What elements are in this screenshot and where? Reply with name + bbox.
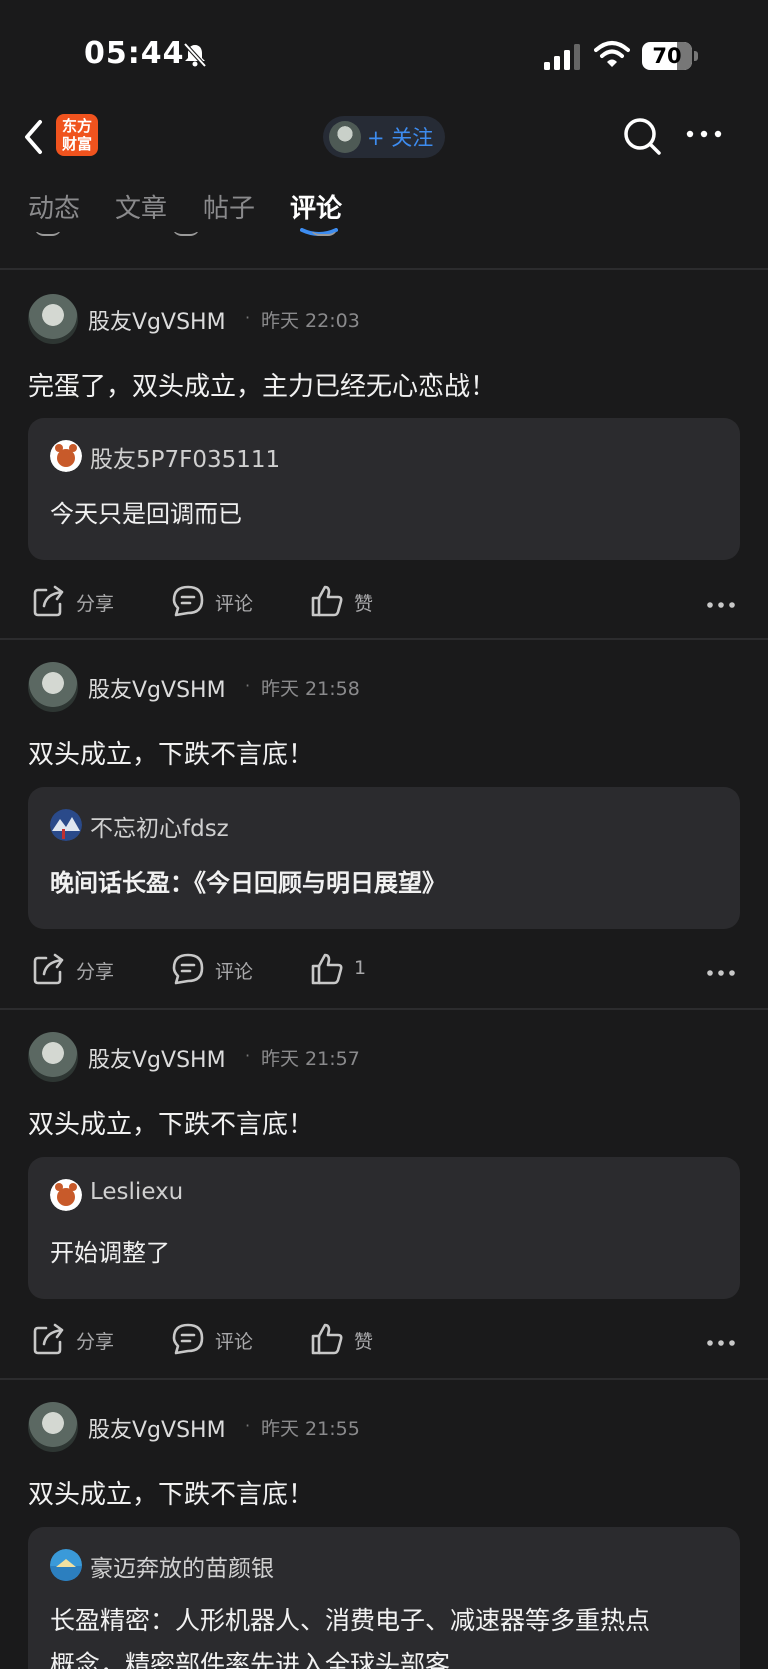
share-label: 分享 — [76, 961, 115, 983]
signal-icon — [544, 44, 580, 70]
avatar[interactable] — [28, 1032, 78, 1082]
battery-tip — [694, 51, 698, 61]
share-icon — [33, 953, 64, 985]
post-card[interactable]: 股友VgVSHM · 昨天 21:55 双头成立，下跌不言底！ 豪迈奔放的苗颜银… — [0, 1380, 768, 1669]
comment-label: 评论 — [215, 593, 254, 615]
logo-line-2: 财富 — [61, 135, 92, 153]
divider — [0, 1008, 768, 1010]
logo-line-1: 东方 — [61, 117, 92, 135]
like-count: 1 — [354, 957, 367, 979]
quoted-post[interactable]: 豪迈奔放的苗颜银 长盈精密：人形机器人、消费电子、减速器等多重热点 概念，精密部… — [28, 1527, 740, 1669]
separator-dot: · — [245, 308, 251, 327]
username[interactable]: 股友VgVSHM — [88, 672, 226, 704]
avatar[interactable] — [28, 662, 78, 712]
like-label: 赞 — [354, 593, 374, 615]
tab-dynamic[interactable]: 动态 — [28, 188, 80, 225]
username[interactable]: 股友VgVSHM — [88, 1412, 226, 1444]
quoted-post[interactable]: 不忘初心fdsz 晚间话长盈：《今日回顾与明日展望》 — [28, 787, 740, 929]
quote-username[interactable]: Lesliexu — [90, 1179, 183, 1205]
like-label: 赞 — [354, 1331, 374, 1353]
search-icon[interactable] — [622, 116, 662, 156]
separator-dot: · — [245, 676, 251, 695]
more-icon[interactable] — [706, 1338, 736, 1348]
quote-avatar — [50, 440, 82, 472]
post-text: 双头成立，下跌不言底！ — [28, 1480, 315, 1510]
quote-text: 今天只是回调而已 — [50, 500, 242, 528]
share-label: 分享 — [76, 593, 115, 615]
quote-text: 长盈精密：人形机器人、消费电子、减速器等多重热点 — [50, 1606, 651, 1635]
quote-text: 晚间话长盈：《今日回顾与明日展望》 — [50, 869, 446, 897]
username[interactable]: 股友VgVSHM — [88, 304, 226, 336]
tab-posts[interactable]: 帖子 — [203, 188, 255, 225]
battery-level: 70 — [652, 44, 682, 68]
share-icon — [33, 1323, 64, 1355]
post-text: 完蛋了，双头成立，主力已经无心恋战！ — [28, 372, 497, 402]
app-logo[interactable]: 东方 财富 — [56, 114, 98, 156]
quote-avatar — [50, 1179, 82, 1211]
nav-bar: 东方 财富 + 关注 — [0, 100, 768, 174]
back-icon[interactable] — [22, 118, 46, 156]
quote-username[interactable]: 豪迈奔放的苗颜银 — [90, 1549, 274, 1583]
tab-articles[interactable]: 文章 — [115, 188, 167, 225]
divider — [0, 268, 768, 270]
separator-dot: · — [245, 1046, 251, 1065]
divider — [0, 638, 768, 640]
more-icon[interactable] — [706, 600, 736, 610]
bell-muted-icon — [183, 42, 207, 68]
avatar — [329, 121, 361, 153]
more-icon[interactable] — [686, 128, 722, 140]
quote-text: 开始调整了 — [50, 1239, 170, 1267]
avatar[interactable] — [28, 1402, 78, 1452]
quote-avatar — [50, 809, 82, 841]
scrolled-action-row — [0, 232, 768, 248]
wifi-icon — [594, 41, 630, 67]
comment-icon — [172, 953, 204, 985]
quote-text-line2: 概念，精密部件率先进入全球头部客 — [50, 1650, 451, 1669]
separator-dot: · — [245, 1416, 251, 1435]
quote-username[interactable]: 股友5P7F035111 — [90, 440, 280, 474]
quote-avatar — [50, 1549, 82, 1581]
timestamp: 昨天 22:03 — [261, 310, 360, 332]
thumbs-up-icon — [311, 1323, 343, 1355]
comment-label: 评论 — [215, 1331, 254, 1353]
quoted-post[interactable]: Lesliexu 开始调整了 — [28, 1157, 740, 1299]
post-text: 双头成立，下跌不言底！ — [28, 1110, 315, 1140]
follow-label: + 关注 — [367, 126, 434, 150]
comment-icon — [172, 585, 204, 617]
timestamp: 昨天 21:55 — [261, 1418, 360, 1440]
status-bar: 05:44 70 — [0, 0, 768, 100]
quote-username[interactable]: 不忘初心fdsz — [90, 809, 229, 843]
share-icon — [33, 585, 64, 617]
thumbs-up-icon — [311, 953, 343, 985]
avatar[interactable] — [28, 294, 78, 344]
tab-comments[interactable]: 评论 — [290, 188, 342, 225]
battery-icon: 70 — [642, 42, 692, 70]
status-time: 05:44 — [84, 36, 185, 71]
post-text: 双头成立，下跌不言底！ — [28, 740, 315, 770]
quoted-post[interactable]: 股友5P7F035111 今天只是回调而已 — [28, 418, 740, 560]
comment-label: 评论 — [215, 961, 254, 983]
more-icon[interactable] — [706, 968, 736, 978]
username[interactable]: 股友VgVSHM — [88, 1042, 226, 1074]
thumbs-up-icon — [311, 585, 343, 617]
comment-icon — [172, 1323, 204, 1355]
share-label: 分享 — [76, 1331, 115, 1353]
timestamp: 昨天 21:57 — [261, 1048, 360, 1070]
timestamp: 昨天 21:58 — [261, 678, 360, 700]
follow-button[interactable]: + 关注 — [323, 116, 445, 158]
